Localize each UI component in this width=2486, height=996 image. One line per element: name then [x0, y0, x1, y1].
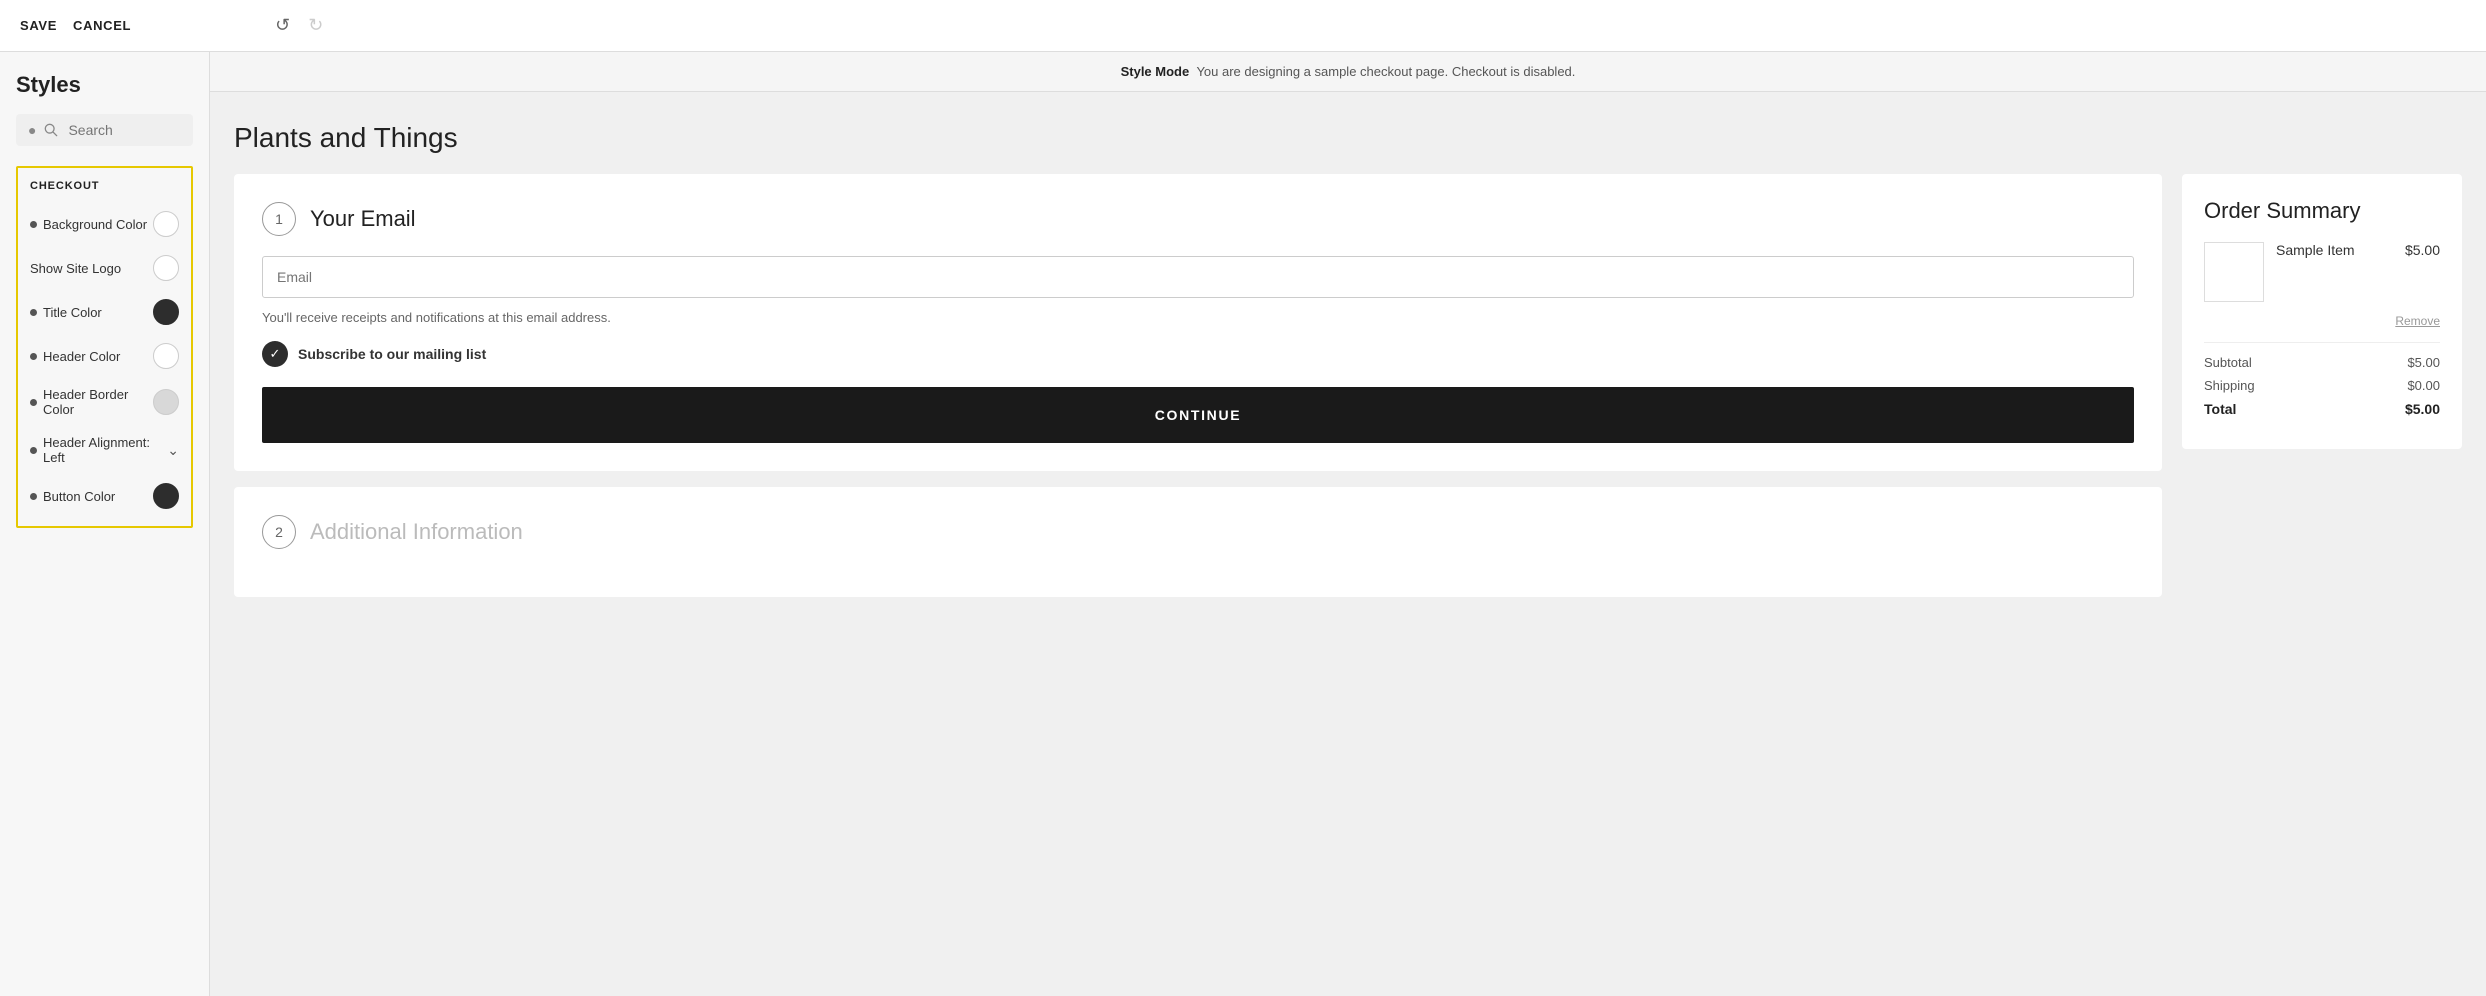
cancel-button[interactable]: CANCEL — [73, 18, 131, 33]
sidebar: Styles ● CHECKOUT Background Color — [0, 52, 210, 996]
page-title: Plants and Things — [234, 122, 2462, 154]
dot-indicator — [30, 309, 37, 316]
color-swatch-background[interactable] — [153, 211, 179, 237]
sidebar-item-title-color[interactable]: Title Color — [18, 290, 191, 334]
style-mode-message: You are designing a sample checkout page… — [1196, 64, 1575, 79]
checkout-body: 1 Your Email You'll receive receipts and… — [234, 174, 2462, 597]
search-input[interactable] — [68, 122, 181, 138]
undo-button[interactable]: ↺ — [271, 11, 294, 40]
sidebar-title: Styles — [16, 72, 193, 98]
checkout-step2-card: 2 Additional Information — [234, 487, 2162, 597]
sidebar-item-button-color[interactable]: Button Color — [18, 474, 191, 518]
order-summary-title: Order Summary — [2204, 198, 2440, 224]
subtotal-value: $5.00 — [2407, 355, 2440, 370]
step2-title: Additional Information — [310, 519, 523, 545]
step1-title: Your Email — [310, 206, 416, 232]
style-mode-banner: Style Mode You are designing a sample ch… — [210, 52, 2486, 92]
search-icon-svg — [44, 123, 58, 137]
item-details: Sample Item — [2276, 242, 2393, 258]
subscribe-checkbox[interactable]: ✓ — [262, 341, 288, 367]
continue-button[interactable]: CONTINUE — [262, 387, 2134, 443]
order-summary: Order Summary Sample Item $5.00 Remove S… — [2182, 174, 2462, 449]
color-swatch-site-logo[interactable] — [153, 255, 179, 281]
dot-indicator — [30, 447, 37, 454]
remove-link[interactable]: Remove — [2204, 314, 2440, 328]
step2-circle: 2 — [262, 515, 296, 549]
item-thumbnail — [2204, 242, 2264, 302]
search-box[interactable]: ● — [16, 114, 193, 146]
total-value: $5.00 — [2405, 401, 2440, 417]
top-bar: SAVE CANCEL ↺ ↻ — [0, 0, 2486, 52]
content-area: Style Mode You are designing a sample ch… — [210, 52, 2486, 996]
save-button[interactable]: SAVE — [20, 18, 57, 33]
shipping-value: $0.00 — [2407, 378, 2440, 393]
email-input[interactable] — [262, 256, 2134, 298]
redo-button[interactable]: ↻ — [304, 11, 327, 40]
sidebar-item-header-alignment[interactable]: Header Alignment: Left ⌄ — [18, 426, 191, 474]
sidebar-item-background-color[interactable]: Background Color — [18, 202, 191, 246]
search-icon: ● — [28, 122, 36, 138]
step1-circle: 1 — [262, 202, 296, 236]
history-controls: ↺ ↻ — [271, 11, 327, 40]
color-swatch-header[interactable] — [153, 343, 179, 369]
dot-indicator — [30, 353, 37, 360]
total-label: Total — [2204, 401, 2236, 417]
item-price: $5.00 — [2405, 242, 2440, 258]
item-name: Sample Item — [2276, 242, 2393, 258]
checkout-step1-card: 1 Your Email You'll receive receipts and… — [234, 174, 2162, 471]
dot-indicator — [30, 399, 37, 406]
subscribe-row[interactable]: ✓ Subscribe to our mailing list — [262, 341, 2134, 367]
email-note: You'll receive receipts and notification… — [262, 310, 2134, 325]
step1-header: 1 Your Email — [262, 202, 2134, 236]
sidebar-item-header-border-color[interactable]: Header Border Color — [18, 378, 191, 426]
subscribe-label: Subscribe to our mailing list — [298, 346, 486, 362]
order-item-row: Sample Item $5.00 — [2204, 242, 2440, 302]
checkout-section: CHECKOUT Background Color Show Site Logo — [16, 166, 193, 528]
total-row: Total $5.00 — [2204, 401, 2440, 417]
color-swatch-title[interactable] — [153, 299, 179, 325]
page-content: Plants and Things 1 Your Email You'll re… — [210, 92, 2486, 996]
dot-indicator — [30, 221, 37, 228]
color-swatch-button[interactable] — [153, 483, 179, 509]
style-mode-label: Style Mode — [1121, 64, 1190, 79]
sidebar-item-header-color[interactable]: Header Color — [18, 334, 191, 378]
subtotal-row: Subtotal $5.00 — [2204, 355, 2440, 370]
chevron-down-icon: ⌄ — [167, 442, 179, 459]
top-bar-actions: SAVE CANCEL — [20, 18, 131, 33]
shipping-label: Shipping — [2204, 378, 2255, 393]
step2-header: 2 Additional Information — [262, 515, 2134, 549]
checkout-section-title: CHECKOUT — [18, 180, 191, 202]
main-layout: Styles ● CHECKOUT Background Color — [0, 52, 2486, 996]
subtotal-label: Subtotal — [2204, 355, 2252, 370]
shipping-row: Shipping $0.00 — [2204, 378, 2440, 393]
order-divider — [2204, 342, 2440, 343]
sidebar-item-show-site-logo[interactable]: Show Site Logo — [18, 246, 191, 290]
checkout-main: 1 Your Email You'll receive receipts and… — [234, 174, 2162, 597]
dot-indicator — [30, 493, 37, 500]
color-swatch-header-border[interactable] — [153, 389, 179, 415]
